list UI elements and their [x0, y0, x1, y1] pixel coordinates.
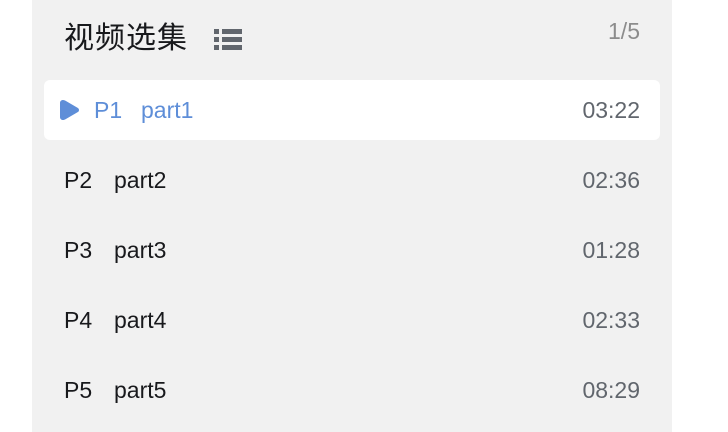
episode-duration: 02:33: [582, 307, 640, 333]
episode-title: part1: [141, 97, 194, 123]
list-icon[interactable]: [214, 28, 242, 50]
episode-title: part2: [114, 167, 167, 193]
episode-item-p4[interactable]: P4 part4 02:33: [44, 290, 660, 350]
episode-number: P4: [64, 307, 93, 333]
video-episode-panel: 视频选集 1/5 P1 part1 03:22 P2 part2 02:36 P…: [32, 0, 672, 432]
episode-item-p5[interactable]: P5 part5 08:29: [44, 360, 660, 420]
episode-number: P3: [64, 237, 93, 263]
panel-title: 视频选集: [64, 21, 188, 56]
panel-header: 视频选集 1/5: [32, 0, 672, 78]
episode-item-p3[interactable]: P3 part3 01:28: [44, 220, 660, 280]
episode-number: P2: [64, 167, 93, 193]
episode-duration: 08:29: [582, 377, 640, 403]
episode-item-p1[interactable]: P1 part1 03:22: [44, 80, 660, 140]
episode-duration: 02:36: [582, 167, 640, 193]
play-icon: [60, 99, 80, 121]
episode-duration: 03:22: [582, 97, 640, 123]
episode-title: part3: [114, 237, 167, 263]
episode-list: P1 part1 03:22 P2 part2 02:36 P3 part3 0…: [44, 80, 660, 430]
episode-title: part4: [114, 307, 167, 333]
episode-title: part5: [114, 377, 167, 403]
episode-duration: 01:28: [582, 237, 640, 263]
episode-item-p2[interactable]: P2 part2 02:36: [44, 150, 660, 210]
episode-number: P1: [94, 97, 123, 123]
episode-count: 1/5: [608, 18, 640, 44]
episode-number: P5: [64, 377, 93, 403]
